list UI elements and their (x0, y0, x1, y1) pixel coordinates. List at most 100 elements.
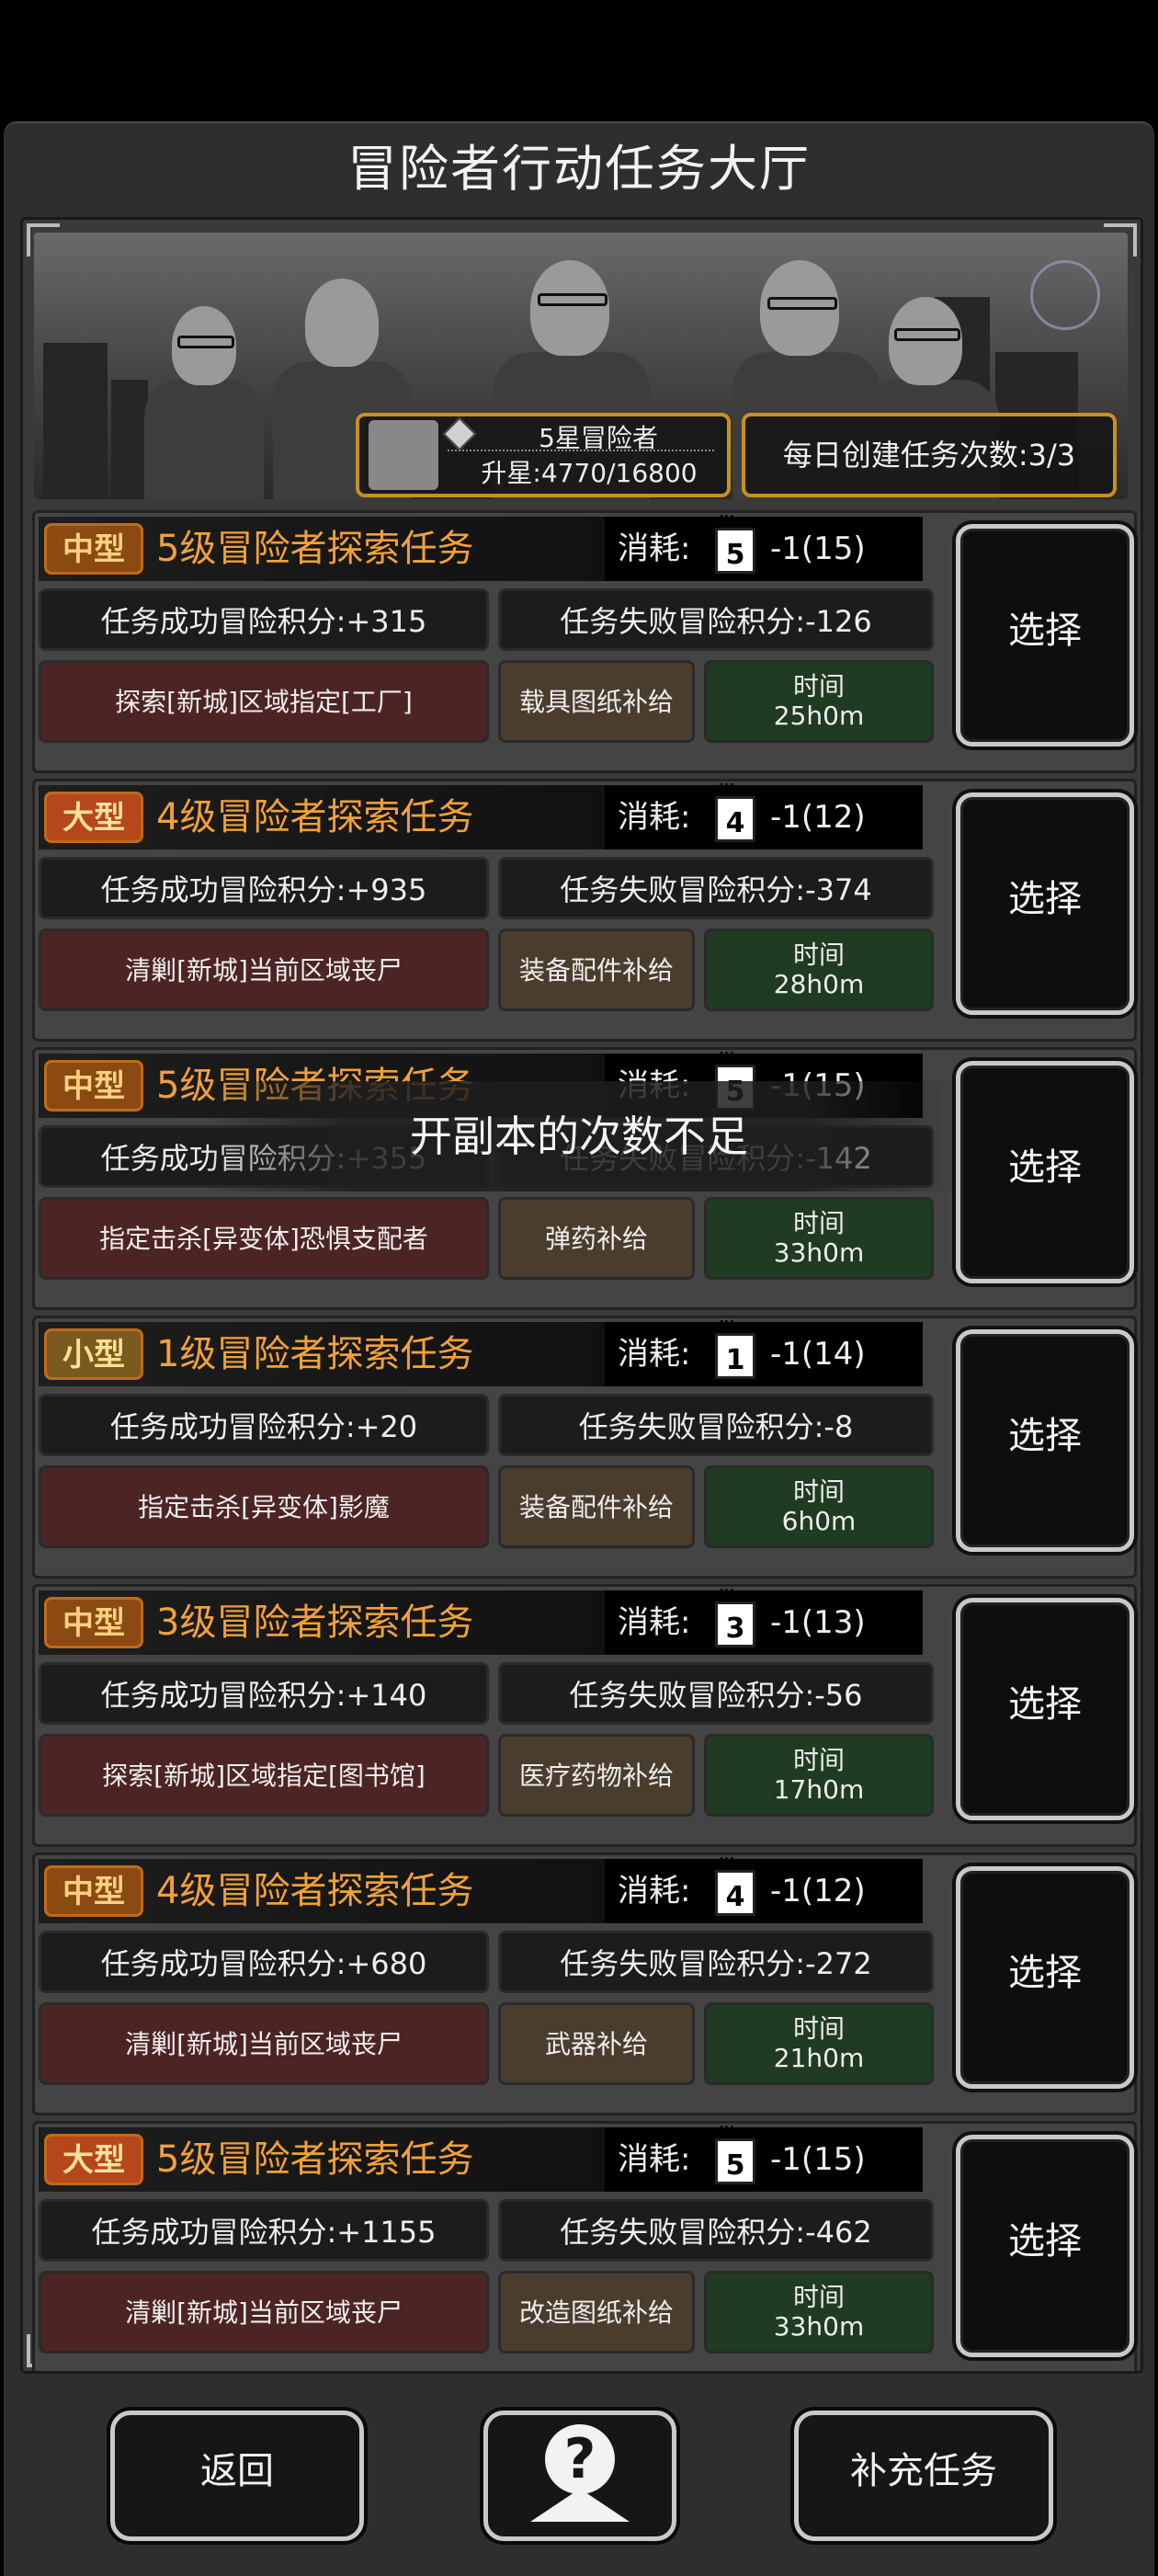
task-objective: 清剿[新城]当前区域丧尸 (39, 929, 489, 1011)
task-duration: 时间 25h0m (704, 660, 934, 743)
cost-value: -1(12) (770, 799, 866, 836)
task-duration: 时间 17h0m (704, 1734, 934, 1817)
time-value: 33h0m (773, 2311, 865, 2342)
task-objective: 指定击杀[异变体]恐惧支配者 (39, 1197, 489, 1280)
task-duration: 时间 28h0m (704, 929, 934, 1011)
fail-points: 任务失败冒险积分:-126 (498, 588, 934, 651)
task-reward: 装备配件补给 (498, 929, 695, 1011)
time-label: 时间 (792, 1745, 845, 1775)
character-glasses (767, 297, 837, 310)
success-points: 任务成功冒险积分:+20 (39, 1394, 489, 1456)
help-button[interactable]: ? (483, 2411, 676, 2541)
select-button[interactable]: 选择 (956, 1061, 1134, 1283)
task-size-badge: 中型 (44, 1597, 143, 1648)
fail-points: 任务失败冒险积分:-374 (498, 857, 934, 919)
time-label: 时间 (792, 1208, 845, 1238)
cost-value: -1(12) (770, 1873, 866, 1909)
character-portrait (305, 279, 379, 367)
select-button[interactable]: 选择 (956, 524, 1134, 747)
back-button[interactable]: 返回 (110, 2411, 364, 2541)
level-number: 4 (725, 1881, 745, 1913)
task-header: 小型 1级冒险者探索任务 消耗: LV 1 -1(14) (39, 1319, 923, 1386)
question-mark-icon: ? (545, 2424, 615, 2494)
success-points: 任务成功冒险积分:+140 (39, 1662, 489, 1725)
task-name: 5级冒险者探索任务 (156, 528, 474, 570)
lv-mark: LV (720, 513, 734, 526)
character-glasses (894, 328, 960, 341)
select-button[interactable]: 选择 (956, 1329, 1134, 1552)
cost-label: 消耗: (618, 1336, 691, 1373)
success-points: 任务成功冒险积分:+935 (39, 857, 489, 919)
cost-label: 消耗: (618, 799, 691, 836)
task-reward: 医疗药物补给 (498, 1734, 695, 1817)
task-duration: 时间 33h0m (704, 1197, 934, 1280)
level-number: 1 (725, 1344, 745, 1376)
lv-mark: LV (720, 1587, 734, 1600)
lv-mark: LV (720, 2124, 734, 2137)
level-card-icon: LV 4 (715, 1856, 755, 1916)
time-label: 时间 (792, 2282, 845, 2312)
task-objective: 探索[新城]区域指定[图书馆] (39, 1734, 489, 1817)
level-card-icon: LV 1 (715, 1319, 755, 1379)
cost-label: 消耗: (618, 530, 691, 567)
level-number: 3 (725, 1613, 745, 1645)
task-reward: 弹药补给 (498, 1197, 695, 1280)
avatar (369, 420, 438, 490)
time-value: 33h0m (773, 1237, 865, 1268)
cost-label: 消耗: (618, 1873, 691, 1909)
select-button[interactable]: 选择 (956, 792, 1134, 1015)
adventurer-banner: 5星冒险者 升星:4770/16800 每日创建任务次数:3/3 (34, 233, 1128, 499)
task-objective: 清剿[新城]当前区域丧尸 (39, 2271, 489, 2354)
task-size-badge: 小型 (44, 1328, 143, 1380)
building-silhouette (43, 343, 108, 499)
task-list-container: 5星冒险者 升星:4770/16800 每日创建任务次数:3/3 中型 5级冒险… (20, 217, 1143, 2374)
task-duration: 时间 6h0m (704, 1465, 934, 1548)
task-card: 中型 4级冒险者探索任务 消耗: LV 4 -1(12) 任务成功冒险积分:+68… (32, 1852, 1137, 2115)
task-header: 大型 4级冒险者探索任务 消耗: LV 4 -1(12) (39, 782, 923, 849)
refill-tasks-button[interactable]: 补充任务 (794, 2411, 1053, 2541)
daily-create-count: 每日创建任务次数:3/3 (742, 413, 1117, 497)
task-size-badge: 大型 (44, 792, 143, 843)
cost-value: -1(14) (770, 1336, 866, 1373)
task-reward: 改造图纸补给 (498, 2271, 695, 2354)
task-reward: 武器补给 (498, 2002, 695, 2085)
task-card: 大型 4级冒险者探索任务 消耗: LV 4 -1(12) 任务成功冒险积分:+93… (32, 779, 1137, 1042)
character-body (144, 380, 264, 499)
task-card: 小型 1级冒险者探索任务 消耗: LV 1 -1(14) 任务成功冒险积分:+20… (32, 1316, 1137, 1579)
task-duration: 时间 21h0m (704, 2002, 934, 2085)
select-button[interactable]: 选择 (956, 1598, 1134, 1820)
fail-points: 任务失败冒险积分:-8 (498, 1394, 934, 1456)
fail-points: 任务失败冒险积分:-272 (498, 1931, 934, 1993)
time-label: 时间 (792, 1476, 845, 1507)
task-objective: 探索[新城]区域指定[工厂] (39, 660, 489, 743)
task-name: 4级冒险者探索任务 (156, 796, 474, 838)
task-card: 中型 3级冒险者探索任务 消耗: LV 3 -1(13) 任务成功冒险积分:+14… (32, 1584, 1137, 1847)
select-button[interactable]: 选择 (956, 2135, 1134, 2357)
cost-label: 消耗: (618, 2141, 691, 2178)
success-points: 任务成功冒险积分:+315 (39, 588, 489, 651)
time-value: 28h0m (773, 969, 865, 999)
toast-message: 开副本的次数不足 (202, 1081, 956, 1191)
task-size-badge: 大型 (44, 2134, 143, 2185)
cost-label: 消耗: (618, 1604, 691, 1641)
level-card-icon: LV 5 (715, 514, 755, 574)
task-size-badge: 中型 (44, 523, 143, 575)
task-name: 3级冒险者探索任务 (156, 1601, 474, 1644)
time-value: 17h0m (773, 1774, 865, 1805)
task-size-badge: 中型 (44, 1865, 143, 1917)
success-points: 任务成功冒险积分:+680 (39, 1931, 489, 1993)
character-portrait (530, 260, 609, 356)
page-title: 冒险者行动任务大厅 (347, 140, 811, 198)
fail-points: 任务失败冒险积分:-56 (498, 1662, 934, 1725)
faction-emblem-icon (1030, 260, 1100, 330)
cost-value: -1(15) (770, 530, 866, 567)
task-card: 中型 5级冒险者探索任务 消耗: LV 5 -1(15) 任务成功冒险积分:+31… (32, 510, 1137, 773)
time-value: 25h0m (773, 701, 865, 731)
time-value: 21h0m (773, 2043, 865, 2073)
task-header: 大型 5级冒险者探索任务 消耗: LV 5 -1(15) (39, 2124, 923, 2192)
time-label: 时间 (792, 671, 845, 701)
level-card-icon: LV 4 (715, 782, 755, 842)
task-name: 1级冒险者探索任务 (156, 1333, 474, 1375)
task-card: 大型 5级冒险者探索任务 消耗: LV 5 -1(15) 任务成功冒险积分:+11… (32, 2121, 1137, 2371)
select-button[interactable]: 选择 (956, 1866, 1134, 2089)
